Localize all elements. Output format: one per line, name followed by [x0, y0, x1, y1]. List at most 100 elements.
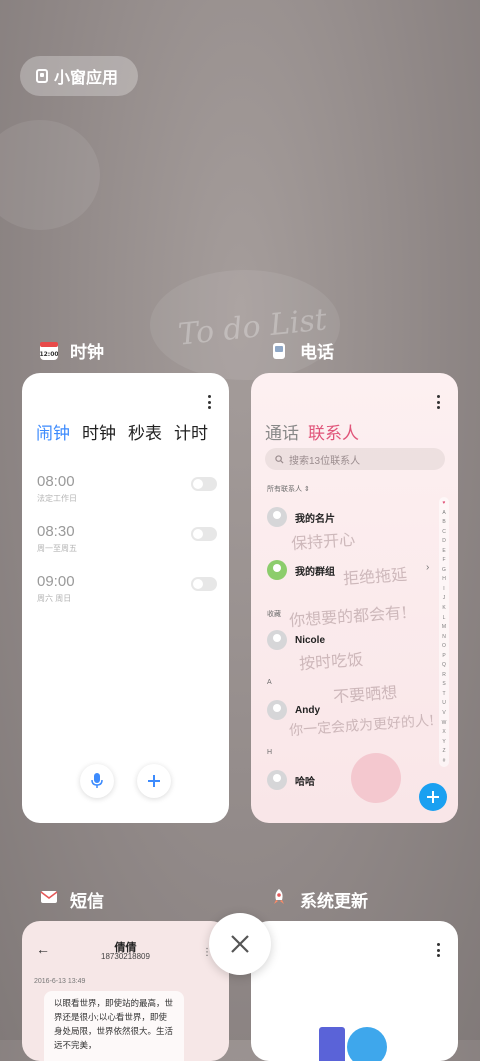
more-menu-icon[interactable]: [436, 395, 440, 409]
contact-name: 我的名片: [295, 513, 335, 525]
alphabet-letter[interactable]: J: [443, 595, 446, 601]
alphabet-letter[interactable]: S: [442, 681, 445, 687]
section-header-a: A: [267, 679, 272, 686]
tab-alarm[interactable]: 闹钟: [36, 419, 70, 444]
more-menu-icon[interactable]: [436, 943, 440, 957]
alphabet-letter[interactable]: X: [442, 729, 445, 735]
rocket-icon: [270, 888, 288, 911]
alarm-repeat: 周一至周五: [37, 544, 77, 553]
alphabet-letter[interactable]: T: [442, 691, 445, 697]
contact-row[interactable]: Andy: [267, 700, 320, 720]
plus-icon: [148, 775, 160, 787]
phone-icon: [270, 342, 288, 360]
my-groups-row[interactable]: 我的群组: [267, 560, 335, 580]
tab-clock[interactable]: 时钟: [82, 419, 116, 444]
update-app-card[interactable]: [251, 921, 458, 1061]
close-all-button[interactable]: [209, 913, 271, 975]
alphabet-letter[interactable]: H: [442, 576, 446, 582]
doodle-text: 按时吃饭: [298, 649, 364, 674]
avatar: [267, 507, 287, 527]
tab-stopwatch[interactable]: 秒表: [128, 419, 162, 444]
miui-logo-circle: [347, 1027, 387, 1061]
sms-app-card[interactable]: ← 倩倩 18730218809 2016-6-13 13:49 ⋮ 以眼看世界…: [22, 921, 229, 1061]
svg-text:12:00: 12:00: [40, 351, 58, 358]
miui-logo-bar: [319, 1027, 345, 1061]
alphabet-letter[interactable]: P: [442, 653, 445, 659]
plus-icon: [427, 791, 439, 803]
alphabet-letter[interactable]: #: [443, 758, 446, 764]
alphabet-letter[interactable]: E: [442, 548, 445, 554]
alphabet-letter[interactable]: L: [443, 615, 446, 621]
phone-app-label[interactable]: 电话: [270, 338, 334, 363]
contact-name: 我的群组: [295, 566, 335, 578]
sms-app-label[interactable]: 短信: [40, 887, 104, 912]
alphabet-letter[interactable]: R: [442, 672, 446, 678]
doodle-text: 保持开心: [290, 529, 356, 554]
alphabet-letter[interactable]: U: [442, 700, 446, 706]
tab-contacts[interactable]: 联系人: [308, 419, 359, 444]
alarm-item[interactable]: 08:30 周一至周五: [37, 523, 217, 554]
alarm-item[interactable]: 09:00 周六 周日: [37, 573, 217, 604]
alarm-toggle[interactable]: [191, 577, 217, 591]
chevron-right-icon: ›: [426, 562, 430, 573]
alphabet-letter[interactable]: ♥: [443, 500, 446, 506]
alarm-repeat: 法定工作日: [37, 494, 77, 503]
wallpaper-bear-decoration: [0, 120, 100, 230]
alphabet-letter[interactable]: G: [442, 567, 446, 573]
contact-row[interactable]: Nicole: [267, 630, 325, 650]
alphabet-letter[interactable]: W: [442, 720, 447, 726]
alphabet-letter[interactable]: I: [443, 586, 444, 592]
clock-label-text: 时钟: [70, 343, 104, 362]
voice-alarm-button[interactable]: [80, 764, 114, 798]
add-contact-button[interactable]: [419, 783, 447, 811]
clock-tabs: 闹钟 时钟 秒表 计时: [36, 419, 208, 444]
close-icon: [231, 935, 249, 953]
update-label-text: 系统更新: [300, 892, 368, 911]
tab-timer[interactable]: 计时: [174, 419, 208, 444]
avatar: [267, 630, 287, 650]
more-menu-icon[interactable]: [207, 395, 211, 409]
phone-tabs: 通话 联系人: [265, 419, 359, 444]
small-window-apps-button[interactable]: 小窗应用: [20, 56, 138, 96]
alarm-time: 09:00: [37, 573, 75, 590]
alphabet-letter[interactable]: F: [442, 557, 445, 563]
alphabet-letter[interactable]: C: [442, 529, 446, 535]
tab-calls[interactable]: 通话: [265, 419, 299, 444]
alphabet-letter[interactable]: M: [442, 624, 446, 630]
alphabet-letter[interactable]: Z: [442, 748, 445, 754]
phone-app-card[interactable]: 保持开心 拒绝拖延 你想要的都会有! 按时吃饭 不要晒想 你一定会成为更好的人!…: [251, 373, 458, 823]
alphabet-letter[interactable]: O: [442, 643, 446, 649]
section-header-favorites: 收藏: [267, 611, 281, 618]
alphabet-index[interactable]: ♥ A B C D E F G H I J K L M N O P Q R S T U V W X Y Z #: [439, 497, 449, 767]
alarm-toggle[interactable]: [191, 527, 217, 541]
add-alarm-button[interactable]: [137, 764, 171, 798]
search-placeholder: 搜索13位联系人: [289, 455, 361, 467]
alphabet-letter[interactable]: Q: [442, 662, 446, 668]
search-icon: [275, 454, 284, 464]
alphabet-letter[interactable]: D: [442, 538, 446, 544]
small-window-icon: [36, 69, 48, 83]
alphabet-letter[interactable]: B: [442, 519, 445, 525]
alphabet-letter[interactable]: K: [442, 605, 445, 611]
alphabet-letter[interactable]: Y: [442, 739, 445, 745]
alphabet-letter[interactable]: N: [442, 634, 446, 640]
section-header-h: H: [267, 749, 273, 756]
alphabet-letter[interactable]: A: [442, 510, 445, 516]
avatar: [267, 700, 287, 720]
message-bubble[interactable]: 以眼看世界，即使站的最高，世界还是很小;以心看世界，即使身处局限，世界依然很大。…: [44, 991, 184, 1061]
contact-search-input[interactable]: 搜索13位联系人: [265, 448, 445, 470]
contact-name: 哈哈: [295, 776, 315, 788]
strawberry-decoration: [351, 753, 401, 803]
update-app-label[interactable]: 系统更新: [270, 887, 368, 912]
contact-row[interactable]: 哈哈: [267, 770, 315, 790]
contact-filter[interactable]: 所有联系人 ⇕: [267, 484, 310, 494]
alphabet-letter[interactable]: V: [442, 710, 445, 716]
contact-name: Nicole: [295, 634, 326, 646]
clock-app-card[interactable]: 闹钟 时钟 秒表 计时 08:00 法定工作日 08:30 周一至周五 09:0…: [22, 373, 229, 823]
alarm-item[interactable]: 08:00 法定工作日: [37, 473, 217, 504]
my-card-row[interactable]: 我的名片: [267, 507, 335, 527]
small-window-apps-label: 小窗应用: [54, 70, 119, 87]
alarm-toggle[interactable]: [191, 477, 217, 491]
sort-icon: ⇕: [303, 486, 310, 493]
clock-app-label[interactable]: 12:00 时钟: [39, 338, 104, 363]
